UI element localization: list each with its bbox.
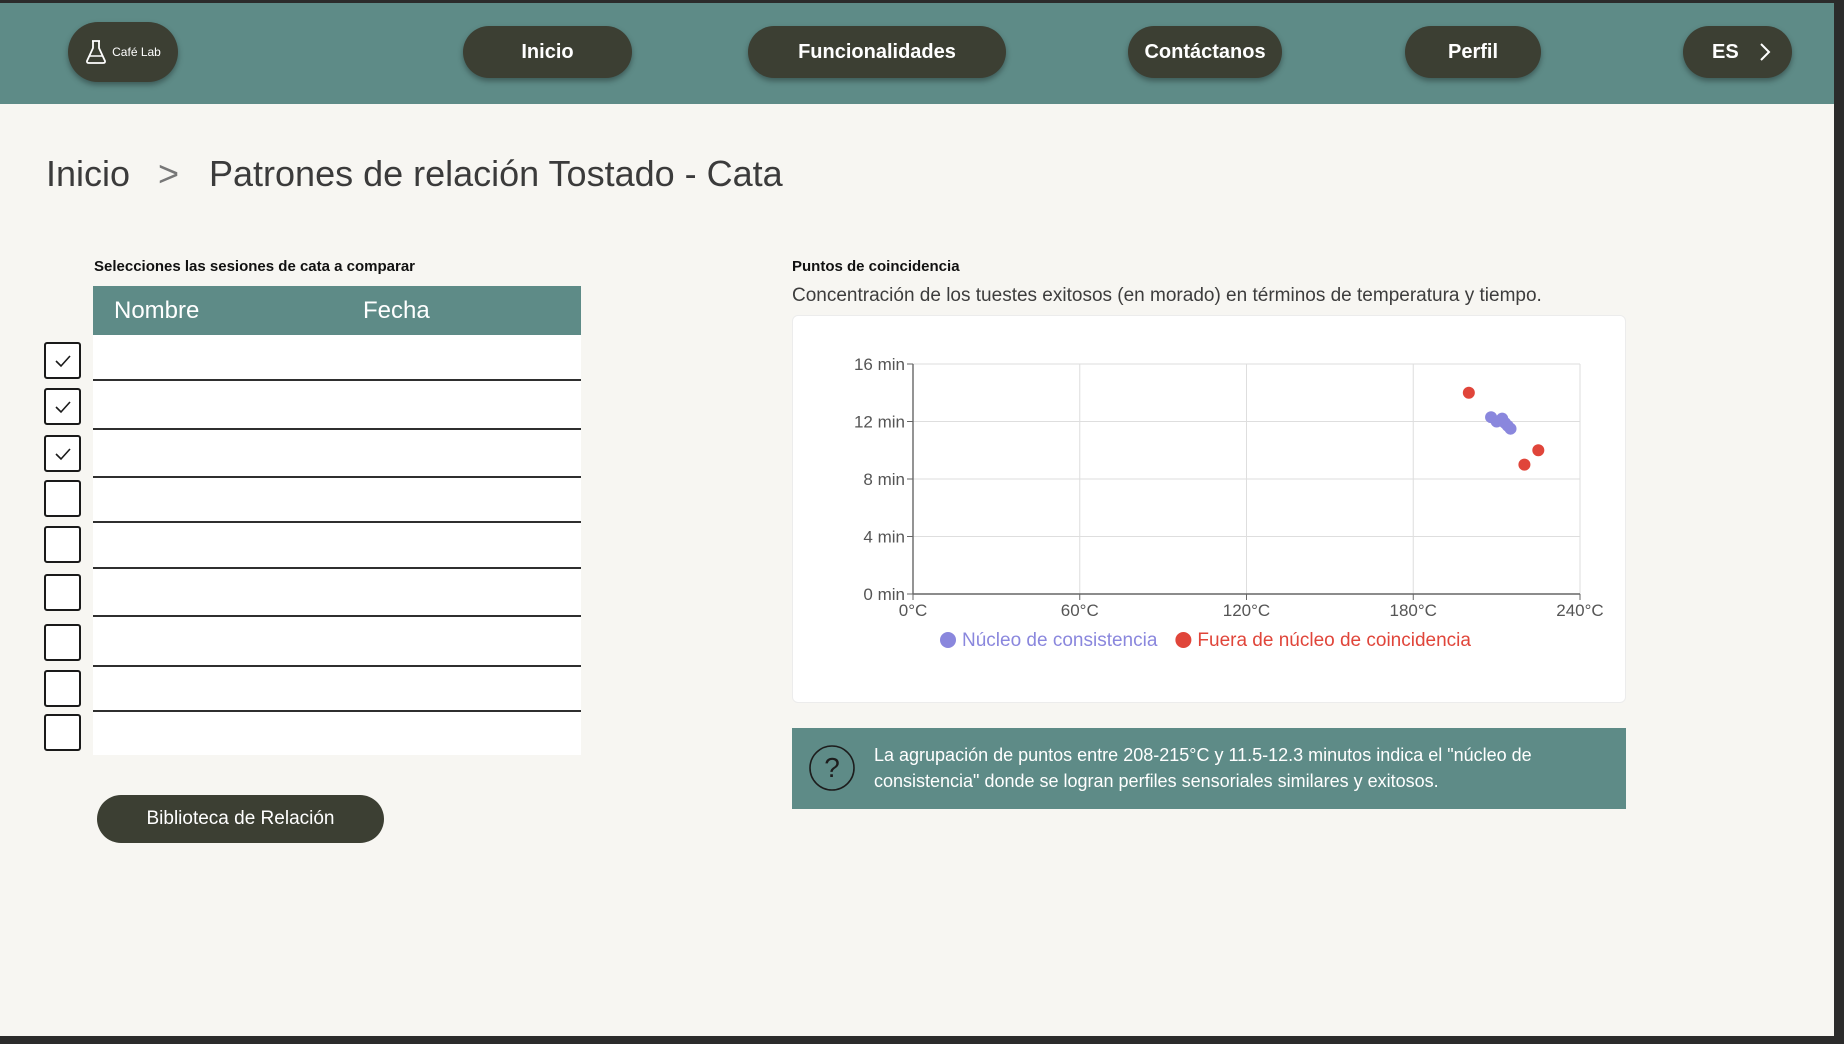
scatter-chart: 0°C 60°C 120°C 180°C 240°C0 min4 min8 min12 … [854,355,1604,651]
language-label: ES [1712,40,1739,63]
chart-section-label: Puntos de coincidencia [792,258,960,275]
scatter-point [1518,458,1531,471]
y-tick-label: 4 min [863,528,905,547]
checkmark-icon [54,400,71,413]
session-checkbox[interactable] [44,480,81,517]
session-checkbox[interactable] [44,526,81,563]
scatter-point [1504,422,1517,435]
checkmark-icon [54,354,71,367]
sessions-table-header: Nombre Fecha [93,286,581,335]
logo-text: Café Lab [112,45,161,59]
x-tick-label: 60°C [1061,601,1099,620]
chart-description: Concentración de los tuestes exitosos (e… [792,285,1542,306]
row-divider [93,710,581,712]
top-navbar: Café Lab Inicio Funcionalidades Contácta… [0,3,1834,104]
sessions-label: Selecciones las sesiones de cata a compa… [94,258,416,275]
session-checkbox[interactable] [44,624,81,661]
chevron-right-icon [1760,43,1771,61]
flask-icon [86,40,107,64]
insight-text: La agrupación de puntos entre 208-215°C … [874,745,1532,791]
row-divider [93,476,581,478]
checkmark-icon [54,447,71,460]
row-divider [93,665,581,667]
sessions-table-body [93,335,581,755]
y-tick-label: 16 min [854,355,905,374]
row-divider [93,379,581,381]
legend-label: Núcleo de consistencia [962,630,1158,651]
x-tick-label: 240°C [1556,601,1603,620]
insight-box: ? La agrupación de puntos entre 208-215°… [792,728,1626,809]
session-checkbox[interactable] [44,388,81,425]
scatter-chart-card: 0°C 60°C 120°C 180°C 240°C 0 min 4 min 8 min 12 … [792,315,1626,703]
page-title: Patrones de relación Tostado - Cata [209,153,783,194]
language-selector[interactable]: ES [1683,26,1792,78]
svg-text:?: ? [824,752,840,783]
y-tick-label: 8 min [863,470,905,489]
breadcrumb-home[interactable]: Inicio [46,153,130,195]
nav-funcionalidades[interactable]: Funcionalidades [748,26,1006,78]
nav-perfil[interactable]: Perfil [1405,26,1541,78]
y-tick-label: 0 min [863,585,905,604]
x-tick-label: 180°C [1390,601,1437,620]
row-divider [93,428,581,430]
app-window: Café Lab Inicio Funcionalidades Contácta… [0,3,1834,1036]
nav-contactanos[interactable]: Contáctanos [1128,26,1282,78]
session-checkbox[interactable] [44,435,81,472]
relation-library-button[interactable]: Biblioteca de Relación [97,795,384,843]
legend-marker [1175,632,1192,648]
scatter-point [1532,444,1545,457]
column-header-nombre: Nombre [114,297,200,324]
row-divider [93,567,581,569]
breadcrumb-separator: > [158,153,180,194]
column-header-fecha: Fecha [363,297,430,324]
scatter-point [1462,386,1475,399]
legend-label: Fuera de núcleo de coincidencia [1197,630,1471,651]
session-checkbox[interactable] [44,714,81,751]
row-divider [93,521,581,523]
session-checkbox[interactable] [44,342,81,379]
logo-button[interactable]: Café Lab [68,22,178,82]
session-checkbox[interactable] [44,670,81,707]
help-circle-icon: ? [809,745,855,791]
nav-inicio[interactable]: Inicio [463,26,632,78]
x-tick-label: 120°C [1223,601,1270,620]
row-divider [93,615,581,617]
session-checkbox[interactable] [44,574,81,611]
legend-marker [940,632,956,648]
y-tick-label: 12 min [854,413,905,432]
